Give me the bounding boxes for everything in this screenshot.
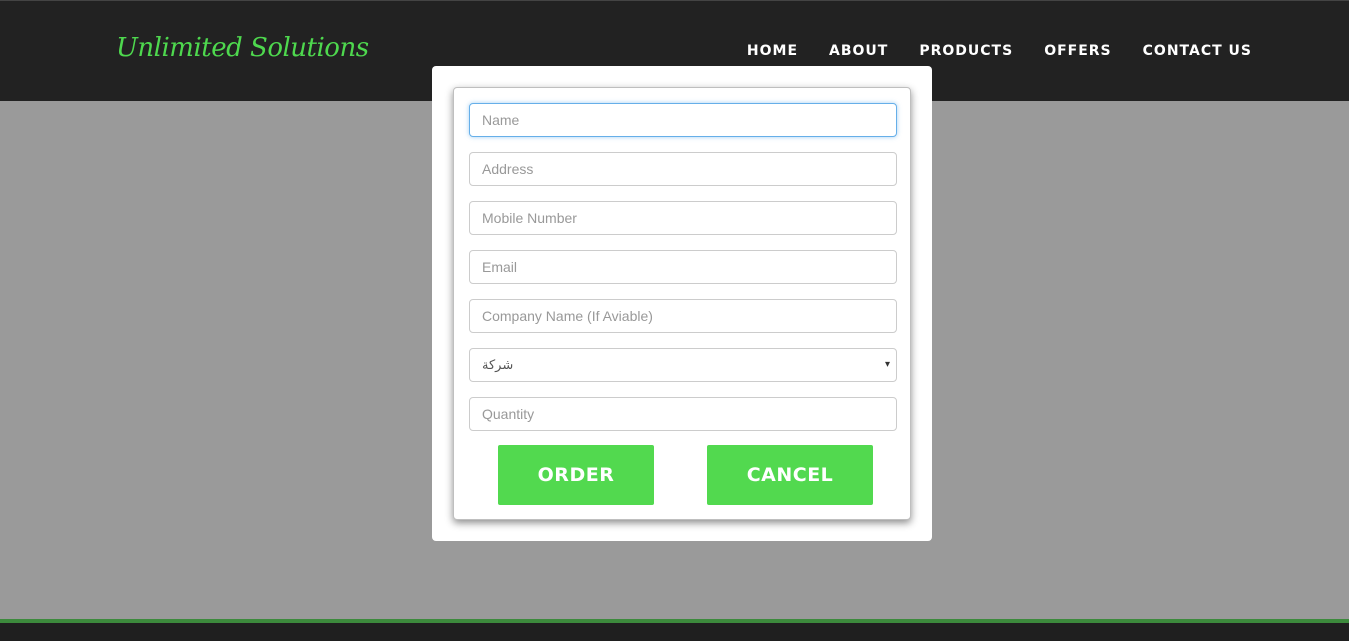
address-input[interactable] (469, 152, 897, 186)
type-select[interactable]: شركة ▾ (469, 348, 897, 382)
quantity-input[interactable] (469, 397, 897, 431)
nav-about[interactable]: ABOUT (829, 43, 888, 59)
chevron-down-icon: ▾ (884, 359, 890, 370)
nav-home[interactable]: HOME (747, 43, 798, 59)
nav-contact-us[interactable]: CONTACT US (1143, 43, 1252, 59)
name-input[interactable] (469, 103, 897, 137)
nav-offers[interactable]: OFFERS (1044, 43, 1111, 59)
type-select-value: شركة (482, 357, 514, 373)
cancel-button[interactable]: CANCEL (707, 445, 873, 505)
site-footer-bar (0, 619, 1349, 641)
order-button[interactable]: ORDER (498, 445, 654, 505)
nav-products[interactable]: PRODUCTS (919, 43, 1013, 59)
company-name-input[interactable] (469, 299, 897, 333)
mobile-number-input[interactable] (469, 201, 897, 235)
main-nav: HOME ABOUT PRODUCTS OFFERS CONTACT US (747, 43, 1252, 59)
order-form: شركة ▾ ORDER CANCEL (453, 87, 911, 520)
email-input[interactable] (469, 250, 897, 284)
site-logo[interactable]: Unlimited Solutions (116, 33, 369, 63)
order-modal: شركة ▾ ORDER CANCEL (432, 66, 932, 541)
